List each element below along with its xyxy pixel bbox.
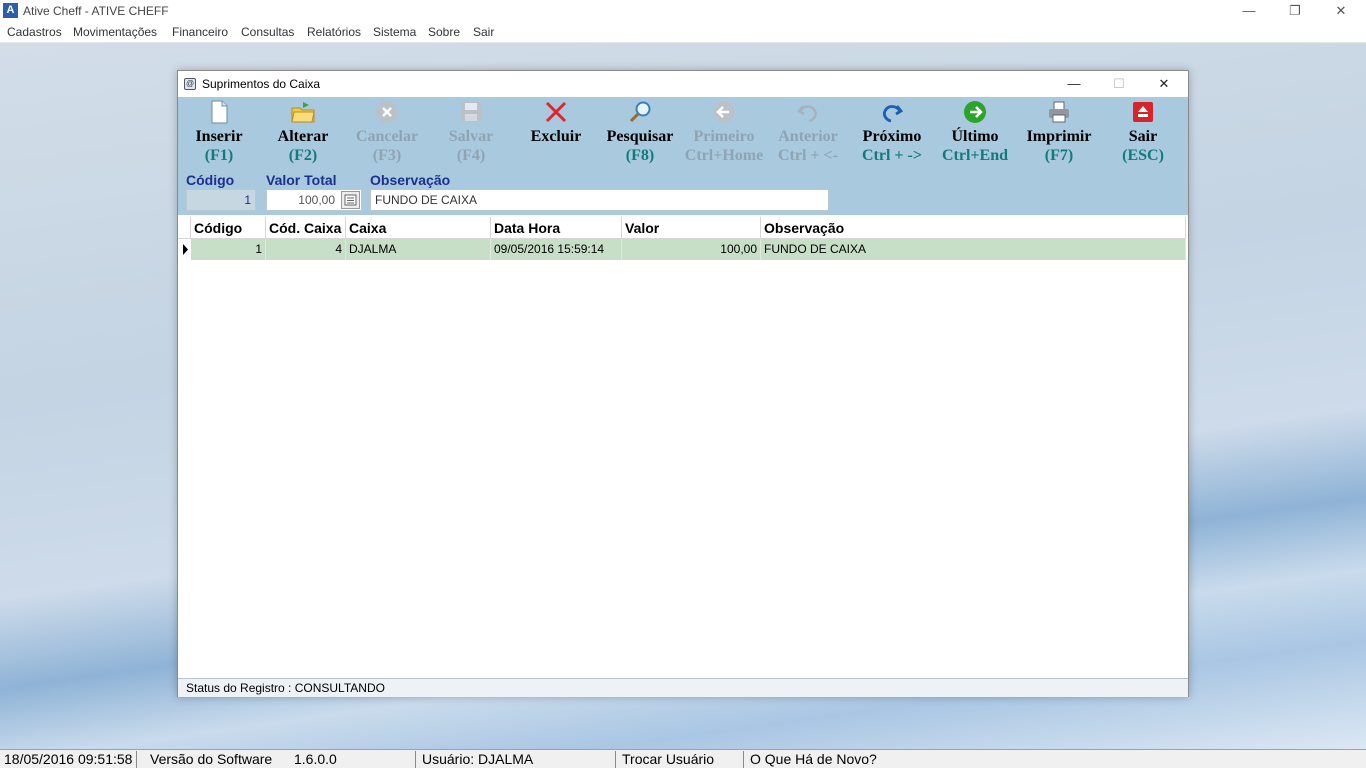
cell-caixa[interactable]: DJALMA bbox=[346, 239, 491, 260]
ultimo-label: Último bbox=[951, 128, 999, 145]
menu-sobre[interactable]: Sobre bbox=[428, 25, 460, 39]
whats-new-link[interactable]: O Que Há de Novo? bbox=[746, 751, 881, 768]
bottom-status-bar: 18/05/2016 09:51:58 Versão do Software 1… bbox=[0, 749, 1366, 768]
cell-codigo[interactable]: 1 bbox=[191, 239, 266, 260]
imprimir-label: Imprimir bbox=[1026, 128, 1092, 145]
menu-sair[interactable]: Sair bbox=[473, 25, 494, 39]
child-title: Suprimentos do Caixa bbox=[202, 77, 321, 91]
menu-sistema[interactable]: Sistema bbox=[373, 25, 416, 39]
alterar-button[interactable]: Alterar (F2) bbox=[259, 97, 347, 169]
datetime-display: 18/05/2016 09:51:58 bbox=[0, 751, 138, 768]
previous-arrow-icon bbox=[797, 105, 817, 123]
version-value: 1.6.0.0 bbox=[290, 751, 416, 768]
suprimentos-window: @ Suprimentos do Caixa — ☐ ✕ Inserir (F1… bbox=[177, 70, 1189, 697]
app-titlebar: A Ative Cheff - ATIVE CHEFF — ❐ ✕ bbox=[0, 0, 1366, 22]
codigo-field[interactable]: 1 bbox=[186, 189, 256, 211]
new-document-icon bbox=[211, 100, 228, 124]
col-header-cod-caixa[interactable]: Cód. Caixa bbox=[266, 217, 346, 239]
menu-cadastros[interactable]: Cadastros bbox=[7, 25, 62, 39]
col-header-valor[interactable]: Valor bbox=[622, 217, 761, 239]
proximo-shortcut: Ctrl + -> bbox=[862, 147, 922, 164]
records-grid: Código Cód. Caixa Caixa Data Hora Valor … bbox=[178, 217, 1188, 677]
menu-bar: Cadastros Movimentações Financeiro Consu… bbox=[0, 22, 1366, 43]
imprimir-shortcut: (F7) bbox=[1044, 147, 1074, 164]
codigo-label: Código bbox=[186, 172, 235, 188]
alterar-shortcut: (F2) bbox=[288, 147, 318, 164]
cancel-icon bbox=[376, 101, 398, 123]
cancelar-label: Cancelar bbox=[355, 128, 419, 145]
cell-cod-caixa[interactable]: 4 bbox=[266, 239, 346, 260]
col-header-observacao[interactable]: Observação bbox=[761, 217, 1186, 239]
salvar-button[interactable]: Salvar (F4) bbox=[427, 97, 515, 169]
primeiro-label: Primeiro bbox=[693, 128, 755, 145]
version-label: Versão do Software bbox=[150, 751, 273, 767]
col-header-data-hora[interactable]: Data Hora bbox=[491, 217, 622, 239]
printer-icon bbox=[1049, 101, 1069, 123]
child-maximize-button: ☐ bbox=[1113, 76, 1125, 91]
sair-label: Sair bbox=[1128, 128, 1158, 145]
calculator-icon[interactable] bbox=[341, 191, 360, 209]
sair-button[interactable]: Sair (ESC) bbox=[1099, 97, 1187, 169]
delete-x-icon bbox=[545, 101, 567, 123]
menu-movimentacoes[interactable]: Movimentações bbox=[73, 25, 157, 39]
app-title: Ative Cheff - ATIVE CHEFF bbox=[23, 4, 169, 18]
cell-observacao[interactable]: FUNDO DE CAIXA bbox=[761, 239, 1186, 260]
restore-button[interactable]: ❐ bbox=[1272, 0, 1318, 22]
toolbar: Inserir (F1) Alterar (F2) Cancelar (F3) … bbox=[178, 97, 1188, 215]
save-icon bbox=[461, 102, 481, 122]
first-arrow-icon bbox=[713, 101, 735, 123]
pesquisar-shortcut: (F8) bbox=[625, 147, 655, 164]
pesquisar-label: Pesquisar bbox=[606, 128, 674, 145]
pesquisar-button[interactable]: Pesquisar (F8) bbox=[596, 97, 684, 169]
last-arrow-icon bbox=[964, 101, 986, 123]
ultimo-button[interactable]: Último Ctrl+End bbox=[931, 97, 1019, 169]
anterior-button[interactable]: Anterior Ctrl + <- bbox=[764, 97, 852, 169]
app-logo-icon: A bbox=[3, 3, 18, 18]
proximo-button[interactable]: Próximo Ctrl + -> bbox=[848, 97, 936, 169]
child-close-button[interactable]: ✕ bbox=[1144, 73, 1184, 95]
valor-total-label: Valor Total bbox=[266, 172, 337, 188]
menu-financeiro[interactable]: Financeiro bbox=[172, 25, 228, 39]
excluir-label: Excluir bbox=[530, 128, 582, 145]
exit-icon bbox=[1133, 102, 1153, 122]
inserir-button[interactable]: Inserir (F1) bbox=[175, 97, 263, 169]
observacao-label: Observação bbox=[370, 172, 451, 188]
cancelar-button[interactable]: Cancelar (F3) bbox=[343, 97, 431, 169]
close-button[interactable]: ✕ bbox=[1318, 0, 1364, 22]
imprimir-button[interactable]: Imprimir (F7) bbox=[1015, 97, 1103, 169]
folder-edit-icon bbox=[291, 102, 315, 123]
alterar-label: Alterar bbox=[277, 128, 329, 145]
child-titlebar: @ Suprimentos do Caixa — ☐ ✕ bbox=[178, 71, 1188, 97]
salvar-label: Salvar bbox=[448, 128, 494, 145]
child-minimize-button[interactable]: — bbox=[1054, 73, 1094, 95]
anterior-shortcut: Ctrl + <- bbox=[778, 147, 838, 164]
cancelar-shortcut: (F3) bbox=[372, 147, 402, 164]
inserir-shortcut: (F1) bbox=[204, 147, 234, 164]
proximo-label: Próximo bbox=[862, 128, 922, 145]
search-icon bbox=[629, 101, 651, 123]
menu-relatorios[interactable]: Relatórios bbox=[307, 25, 361, 39]
inserir-label: Inserir bbox=[195, 128, 243, 145]
row-indicator-icon bbox=[178, 239, 191, 260]
menu-consultas[interactable]: Consultas bbox=[241, 25, 294, 39]
cell-data-hora[interactable]: 09/05/2016 15:59:14 bbox=[491, 239, 622, 260]
observacao-field[interactable]: FUNDO DE CAIXA bbox=[370, 189, 829, 211]
next-arrow-icon bbox=[882, 105, 904, 123]
col-header-codigo[interactable]: Código bbox=[191, 217, 266, 239]
primeiro-shortcut: Ctrl+Home bbox=[684, 147, 764, 164]
minimize-button[interactable]: — bbox=[1226, 0, 1272, 22]
current-user: Usuário: DJALMA bbox=[418, 751, 616, 768]
grid-indicator-header bbox=[178, 217, 191, 239]
sair-shortcut: (ESC) bbox=[1122, 147, 1164, 164]
record-status: Status do Registro : CONSULTANDO bbox=[178, 678, 1188, 697]
anterior-label: Anterior bbox=[778, 128, 838, 145]
primeiro-button[interactable]: Primeiro Ctrl+Home bbox=[680, 97, 768, 169]
col-header-caixa[interactable]: Caixa bbox=[346, 217, 491, 239]
ultimo-shortcut: Ctrl+End bbox=[941, 147, 1008, 164]
window-app-icon: @ bbox=[184, 78, 196, 90]
excluir-button[interactable]: Excluir bbox=[512, 97, 600, 169]
cell-valor[interactable]: 100,00 bbox=[622, 239, 761, 260]
trocar-usuario-link[interactable]: Trocar Usuário bbox=[618, 751, 744, 768]
salvar-shortcut: (F4) bbox=[456, 147, 486, 164]
